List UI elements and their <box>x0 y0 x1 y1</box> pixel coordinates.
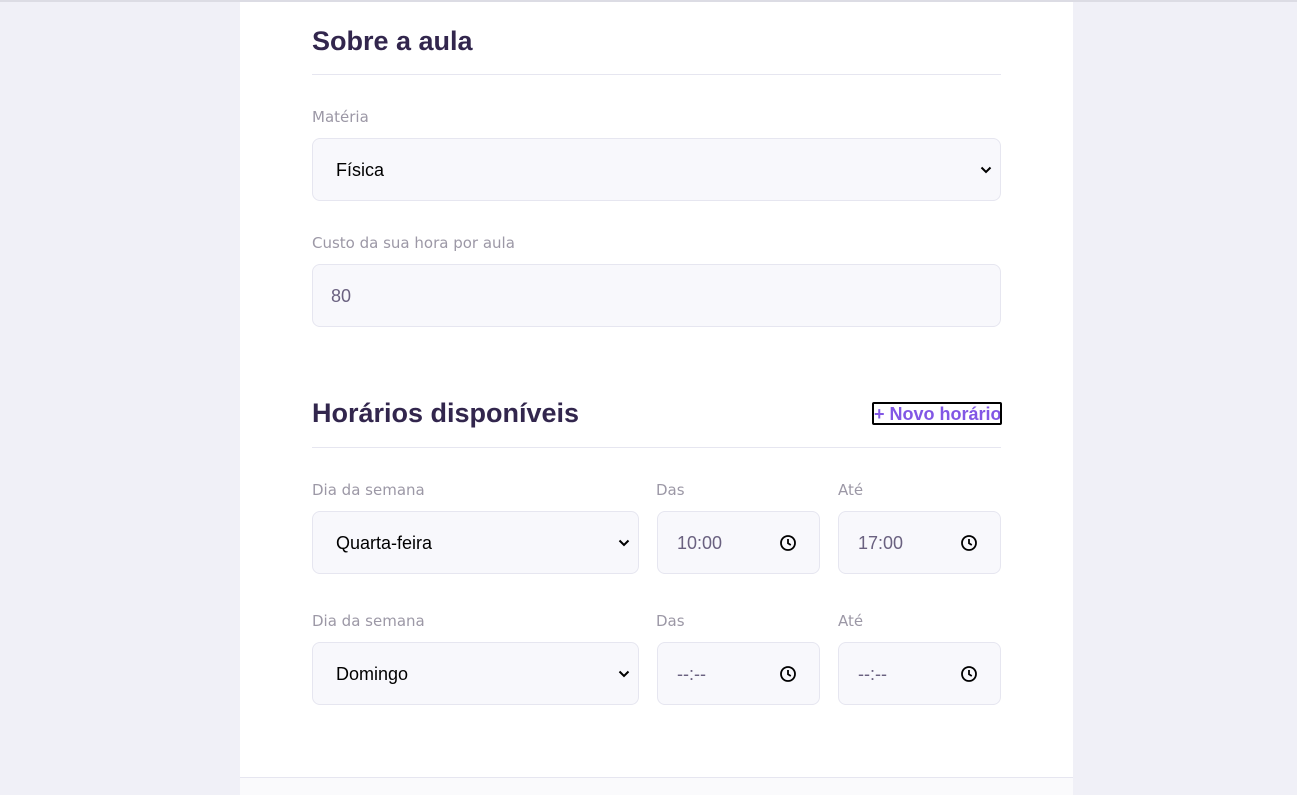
clock-icon[interactable] <box>960 665 978 683</box>
from-time-value: 10:00 <box>677 533 723 553</box>
to-label: Até <box>838 612 864 630</box>
from-label: Das <box>656 481 685 499</box>
subject-select-value: Física <box>336 160 385 180</box>
subject-label: Matéria <box>312 108 369 126</box>
clock-icon[interactable] <box>779 665 797 683</box>
from-label: Das <box>656 612 685 630</box>
clock-icon[interactable] <box>960 534 978 552</box>
weekday-select[interactable]: Domingo <box>312 642 639 705</box>
form-card: Sobre a aula Matéria Física Custo da sua… <box>240 2 1073 795</box>
section-title-about: Sobre a aula <box>312 26 473 56</box>
form-footer <box>240 777 1073 795</box>
chevron-down-icon <box>980 166 992 174</box>
weekday-select-value: Quarta-feira <box>336 533 433 553</box>
chevron-down-icon <box>618 670 630 678</box>
from-time-value: --:-- <box>677 664 706 684</box>
to-time-input[interactable]: --:-- <box>838 642 1001 705</box>
cost-input[interactable]: 80 <box>312 264 1001 327</box>
to-label: Até <box>838 481 864 499</box>
divider-about <box>312 74 1001 75</box>
chevron-down-icon <box>618 539 630 547</box>
to-time-input[interactable]: 17:00 <box>838 511 1001 574</box>
weekday-label: Dia da semana <box>312 612 425 630</box>
cost-input-value: 80 <box>331 286 352 306</box>
clock-icon[interactable] <box>779 534 797 552</box>
weekday-select[interactable]: Quarta-feira <box>312 511 639 574</box>
section-title-schedule: Horários disponíveis <box>312 398 580 428</box>
weekday-label: Dia da semana <box>312 481 425 499</box>
cost-label: Custo da sua hora por aula <box>312 234 515 252</box>
add-schedule-button[interactable]: + Novo horário <box>872 402 1002 425</box>
from-time-input[interactable]: 10:00 <box>657 511 820 574</box>
subject-select[interactable]: Física <box>312 138 1001 201</box>
to-time-value: --:-- <box>858 664 887 684</box>
from-time-input[interactable]: --:-- <box>657 642 820 705</box>
to-time-value: 17:00 <box>858 533 904 553</box>
weekday-select-value: Domingo <box>336 664 409 684</box>
divider-schedule <box>312 447 1001 448</box>
